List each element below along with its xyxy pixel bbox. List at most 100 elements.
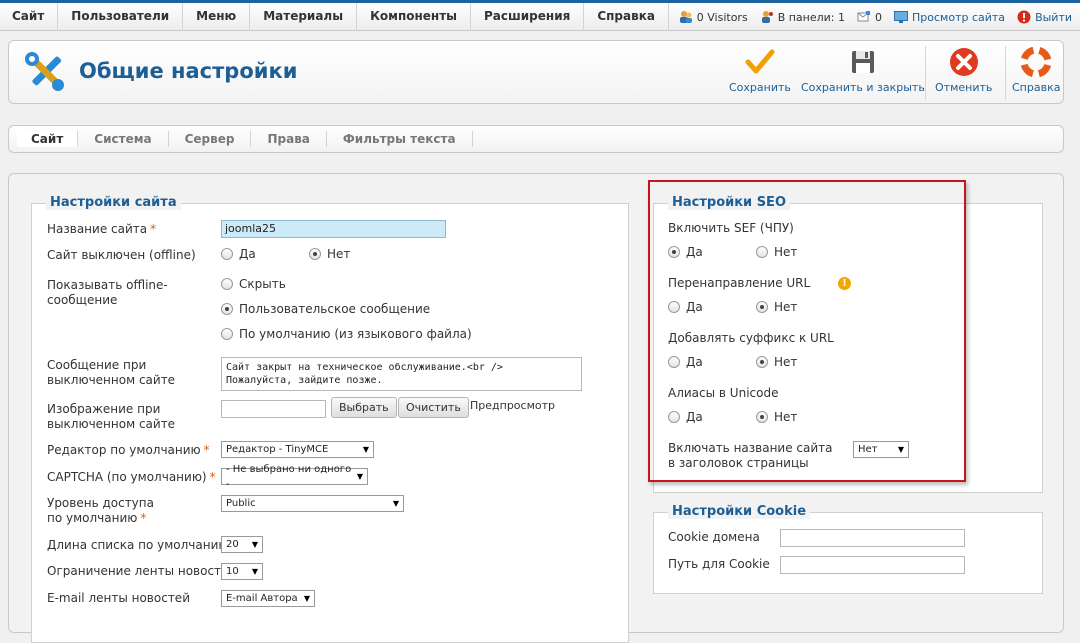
toolbar-divider <box>925 46 926 100</box>
radio-dot <box>668 356 680 368</box>
access-label: Уровень доступа по умолчанию * <box>47 496 154 526</box>
label-line: Показывать offline- <box>47 278 168 292</box>
tab-server[interactable]: Сервер <box>169 131 252 147</box>
feed-email-select[interactable]: E-mail Автора ▼ <box>221 590 315 607</box>
menu-users[interactable]: Пользователи <box>58 3 184 31</box>
cookie-settings-fieldset: Настройки Cookie <box>653 504 1043 594</box>
cookie-path-input[interactable] <box>780 556 965 574</box>
radio-dot <box>756 301 768 313</box>
radio-dot <box>756 356 768 368</box>
dropdown-arrow-icon: ▼ <box>251 540 258 549</box>
radio-dot <box>668 301 680 313</box>
radio-label: Нет <box>774 355 798 369</box>
radio-label: Да <box>686 245 703 259</box>
view-site-link[interactable]: Просмотр сайта <box>912 11 1005 24</box>
offline-message-textarea[interactable]: Сайт закрыт на техническое обслуживание.… <box>221 357 582 391</box>
list-limit-label: Длина списка по умолчанию <box>47 538 229 552</box>
offline-label: Сайт выключен (offline) <box>47 248 196 262</box>
cookie-domain-label: Cookie домена <box>668 530 760 544</box>
url-suffix-yes-radio[interactable]: Да <box>668 355 703 369</box>
unicode-aliases-no-radio[interactable]: Нет <box>756 410 797 424</box>
admin-user-icon <box>761 11 773 23</box>
label-line: Включать название сайта <box>668 441 833 455</box>
tools-wrench-icon <box>25 52 64 91</box>
messages-status[interactable]: 0 <box>857 10 882 24</box>
preview-label: Предпросмотр <box>470 399 555 412</box>
visitors-count: 0 Visitors <box>696 10 748 24</box>
label-line: в заголовок страницы <box>668 456 809 470</box>
cancel-button[interactable]: Отменить <box>935 47 992 99</box>
offline-yes-radio[interactable]: Да <box>221 247 256 261</box>
menu-site[interactable]: Сайт <box>0 3 59 31</box>
url-rewrite-yes-radio[interactable]: Да <box>668 300 703 314</box>
radio-label: Да <box>686 355 703 369</box>
tab-text-filters[interactable]: Фильтры текста <box>327 131 473 147</box>
logout-status[interactable]: Выйти <box>1017 10 1072 24</box>
offline-image-input[interactable] <box>221 400 326 418</box>
help-label: Справка <box>1012 81 1061 94</box>
view-site-status[interactable]: Просмотр сайта <box>894 11 1005 24</box>
unicode-aliases-yes-radio[interactable]: Да <box>668 410 703 424</box>
warning-icon[interactable]: ! <box>838 277 851 290</box>
url-suffix-label: Добавлять суффикс к URL <box>668 331 834 345</box>
tab-site[interactable]: Сайт <box>17 131 78 147</box>
save-button[interactable]: Сохранить <box>729 47 791 99</box>
radio-label: Да <box>239 247 256 261</box>
radio-dot <box>221 328 233 340</box>
sef-yes-radio[interactable]: Да <box>668 245 703 259</box>
feed-limit-select[interactable]: 10 ▼ <box>221 563 263 580</box>
clear-image-button[interactable]: Очистить <box>398 397 469 418</box>
cookie-path-label: Путь для Cookie <box>668 557 770 571</box>
sitename-label: Название сайта * <box>47 222 156 237</box>
list-limit-select[interactable]: 20 ▼ <box>221 536 263 553</box>
sitename-input[interactable]: joomla25 <box>221 220 446 238</box>
menu-components[interactable]: Компоненты <box>357 3 472 31</box>
url-suffix-no-radio[interactable]: Нет <box>756 355 797 369</box>
save-label: Сохранить <box>729 81 791 94</box>
url-rewrite-no-radio[interactable]: Нет <box>756 300 797 314</box>
users-icon <box>679 11 692 23</box>
offline-msg-default-radio[interactable]: По умолчанию (из языкового файла) <box>221 327 472 341</box>
editor-label: Редактор по умолчанию * <box>47 443 210 458</box>
feed-limit-label: Ограничение ленты новостей <box>47 564 237 578</box>
captcha-select[interactable]: - Не выбрано ни одного - ▼ <box>221 464 368 490</box>
help-button[interactable]: Справка <box>1012 47 1060 99</box>
radio-dot <box>221 303 233 315</box>
offline-no-radio[interactable]: Нет <box>309 247 350 261</box>
save-close-button[interactable]: Сохранить и закрыть <box>801 47 925 99</box>
sitename-label-text: Название сайта <box>47 222 148 236</box>
tab-system[interactable]: Система <box>77 131 169 147</box>
sef-no-radio[interactable]: Нет <box>756 245 797 259</box>
menu-content[interactable]: Материалы <box>250 3 358 31</box>
offline-msg-hide-radio[interactable]: Скрыть <box>221 277 286 291</box>
required-marker: * <box>140 511 147 525</box>
status-area: 0 Visitors В панели: 1 0 Просмотр сайта <box>679 3 1080 31</box>
radio-label: Нет <box>774 300 798 314</box>
menu-menus[interactable]: Меню <box>183 3 251 31</box>
menu-extensions[interactable]: Расширения <box>471 3 585 31</box>
menu-help[interactable]: Справка <box>584 3 669 31</box>
dropdown-arrow-icon: ▼ <box>362 445 369 454</box>
radio-label: Скрыть <box>239 277 286 291</box>
logout-link[interactable]: Выйти <box>1035 11 1072 24</box>
save-close-label: Сохранить и закрыть <box>801 81 925 94</box>
tab-permissions[interactable]: Права <box>251 131 327 147</box>
required-marker: * <box>150 222 157 236</box>
site-settings-legend: Настройки сайта <box>46 195 181 210</box>
cancel-x-icon <box>949 48 978 76</box>
radio-label: По умолчанию (из языкового файла) <box>239 327 472 341</box>
select-value: Public <box>226 498 256 509</box>
label-line: Уровень доступа <box>47 496 154 510</box>
toolbar-divider <box>1005 46 1006 100</box>
access-select[interactable]: Public ▼ <box>221 495 404 512</box>
sitename-in-title-select[interactable]: Нет ▼ <box>853 441 909 458</box>
settings-tabs: Сайт Система Сервер Права Фильтры текста <box>8 125 1064 153</box>
cookie-domain-input[interactable] <box>780 529 965 547</box>
offline-msg-custom-radio[interactable]: Пользовательское сообщение <box>221 302 430 316</box>
select-image-button[interactable]: Выбрать <box>331 397 397 418</box>
editor-select[interactable]: Редактор - TinyMCE ▼ <box>221 441 374 458</box>
dropdown-arrow-icon: ▼ <box>303 594 310 603</box>
captcha-label: CAPTCHA (по умолчанию) * <box>47 470 216 485</box>
select-value: E-mail Автора <box>226 593 298 604</box>
dropdown-arrow-icon: ▼ <box>392 499 399 508</box>
